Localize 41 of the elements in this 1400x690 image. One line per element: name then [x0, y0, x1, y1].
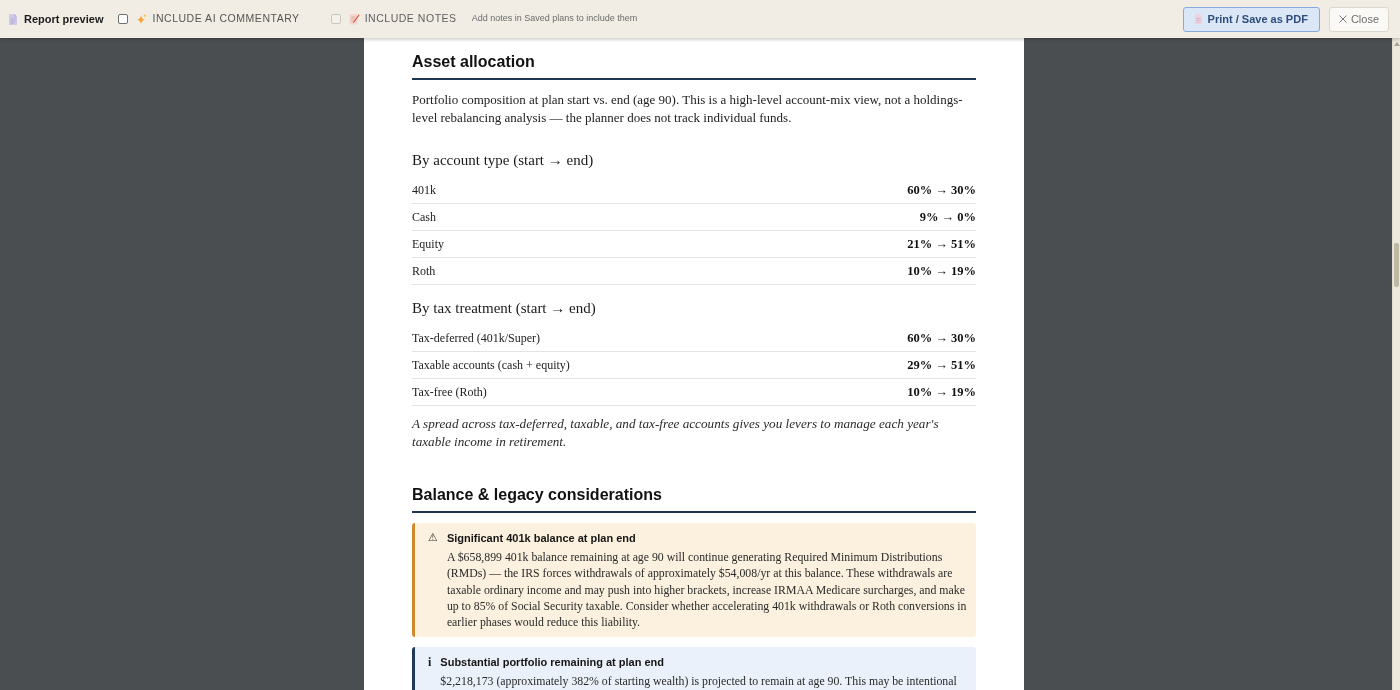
info-icon: i: [428, 655, 432, 690]
warning-icon: ⚠: [428, 531, 438, 631]
allocation-value: 60% → 30%: [907, 181, 976, 199]
document-icon: [9, 13, 17, 25]
print-button[interactable]: Print / Save as PDF: [1182, 6, 1320, 32]
callout-text: $2,218,173 (approximately 382% of starting wealth) is projected to remain at age 90. This may be intentional: [440, 673, 958, 690]
memo-pencil-icon: [348, 13, 360, 25]
callout-title: Significant 401k balance at plan end: [446, 531, 637, 545]
checkbox[interactable]: [118, 14, 129, 24]
option-label: INCLUDE AI COMMENTARY: [152, 11, 300, 27]
allocation-value: 29% → 51%: [907, 356, 976, 374]
document-icon: [1194, 14, 1202, 24]
body-paragraph: Portfolio composition at plan start vs. end (age 90). This is a high-level account-mix view, not a holdings-level rebalancing analysis — the planner does not track individual funds.: [412, 91, 964, 127]
scroll-up-arrow-icon[interactable]: [1393, 42, 1400, 46]
row-label: Taxable accounts (cash + equity): [412, 357, 570, 374]
row-label: Cash: [412, 209, 436, 226]
allocation-value: 21% → 51%: [907, 235, 976, 253]
scrollbar-thumb[interactable]: [1394, 243, 1399, 287]
callout-title: Substantial portfolio remaining at plan end: [440, 655, 666, 670]
row-label: Roth: [412, 263, 436, 280]
hint-text: Add notes in Saved plans to include them: [471, 12, 638, 26]
allocation-value: 60% → 30%: [907, 329, 976, 347]
row-label: Tax-deferred (401k/Super): [412, 330, 541, 347]
scrollbar[interactable]: [1392, 38, 1400, 690]
option-label: INCLUDE NOTES: [364, 11, 457, 27]
section-heading: Asset allocation: [412, 52, 536, 72]
row-label: 401k: [412, 182, 436, 199]
allocation-value: 10% → 19%: [907, 383, 976, 401]
close-icon: [1338, 15, 1347, 23]
close-button[interactable]: Close: [1328, 6, 1389, 32]
allocation-value: 10% → 19%: [907, 262, 976, 280]
row-label: Equity: [412, 236, 444, 253]
row-label: Tax-free (Roth): [412, 384, 487, 401]
allocation-value: 9% → 0%: [919, 208, 976, 226]
section-heading: Balance & legacy considerations: [412, 485, 663, 505]
report-title: Report preview: [24, 11, 104, 27]
subsection-heading: By account type (start → end): [412, 151, 595, 170]
italic-note: A spread across tax-deferred, taxable, and tax-free accounts gives you levers to manage each year's taxable income in retirement.: [412, 415, 940, 451]
sparkle-icon: [136, 13, 148, 25]
callout-text: A $658,899 401k balance remaining at age 90 will continue generating Required Minimum Distributions (RMDs) — the IRS forces withdrawals of approximately $54,008/yr at this balance. These withdrawals are taxable ordinary income and may push into higher brackets, increase IRMAA Medicare surcharges, and make up to 85% of Social Security taxable. Consider whether accelerating 401k withdrawals or Roth conversions in earlier phases would reduce this liability.: [446, 549, 968, 631]
subsection-heading: By tax treatment (start → end): [412, 299, 597, 318]
